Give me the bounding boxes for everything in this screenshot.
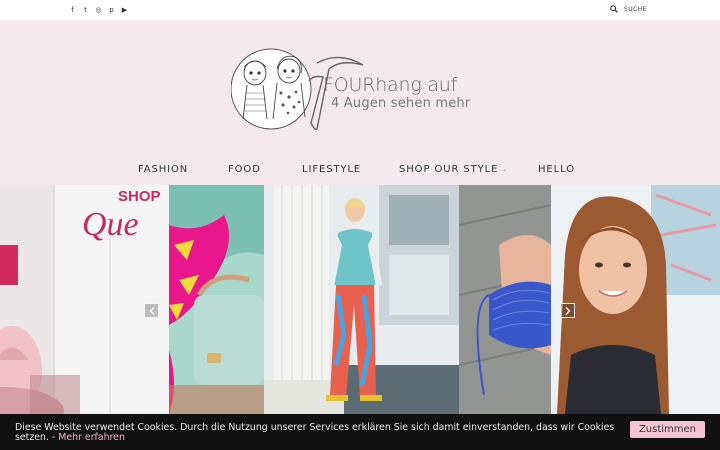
slide-image	[459, 185, 551, 414]
chevron-left-icon	[149, 306, 154, 315]
pinterest-icon[interactable]: p	[107, 4, 116, 16]
slide-image	[551, 185, 720, 414]
youtube-icon[interactable]: ▶	[120, 4, 129, 16]
nav-item-food[interactable]: FOOD	[228, 164, 261, 175]
slider-next-button[interactable]	[560, 303, 575, 318]
slide-image	[169, 185, 264, 414]
slide-shop-queen[interactable]: SHOP Que	[0, 185, 169, 414]
nav-item-label: SHOP OUR STYLE	[399, 164, 499, 175]
main-nav: FASHION FOOD LIFESTYLE SHOP OUR STYLE ⌄ H…	[0, 164, 720, 180]
search-icon	[610, 5, 618, 13]
featured-slider[interactable]: SHOP Que	[0, 185, 720, 414]
chevron-right-icon	[565, 306, 570, 315]
nav-item-hello[interactable]: HELLO	[538, 164, 575, 175]
slider-prev-button[interactable]	[144, 303, 159, 318]
social-links: f t ◎ p ▶	[68, 4, 129, 16]
cookie-more-link[interactable]: Mehr erfahren	[58, 432, 125, 443]
slide-image: SHOP Que	[0, 185, 169, 414]
cookie-accept-button[interactable]: Zustimmen	[630, 421, 705, 438]
sign-script-text: Que	[82, 206, 139, 243]
nav-item-fashion[interactable]: FASHION	[138, 164, 188, 175]
instagram-icon[interactable]: ◎	[94, 4, 103, 16]
facebook-icon[interactable]: f	[68, 4, 77, 16]
slide-teal-bag[interactable]	[169, 185, 264, 414]
nav-item-lifestyle[interactable]: LIFESTYLE	[302, 164, 361, 175]
slide-face-mask[interactable]	[459, 185, 551, 414]
nav-item-shop-our-style[interactable]: SHOP OUR STYLE ⌄	[399, 164, 508, 175]
chevron-down-icon: ⌄	[501, 165, 509, 173]
cookie-message: Diese Website verwendet Cookies. Durch d…	[15, 423, 630, 442]
sign-shop-text: SHOP	[118, 188, 161, 205]
logo-subtitle: 4 Augen sehen mehr	[331, 96, 471, 111]
slide-portrait[interactable]	[551, 185, 720, 414]
search-button[interactable]: SUCHE	[610, 5, 647, 13]
slide-woman-column[interactable]	[264, 185, 459, 414]
search-label: SUCHE	[624, 5, 647, 13]
top-bar: f t ◎ p ▶ SUCHE	[0, 0, 720, 20]
logo-title: FOURhang auf	[323, 74, 458, 96]
twitter-icon[interactable]: t	[81, 4, 90, 16]
cookie-banner: Diese Website verwendet Cookies. Durch d…	[0, 414, 720, 450]
slide-image	[264, 185, 459, 414]
